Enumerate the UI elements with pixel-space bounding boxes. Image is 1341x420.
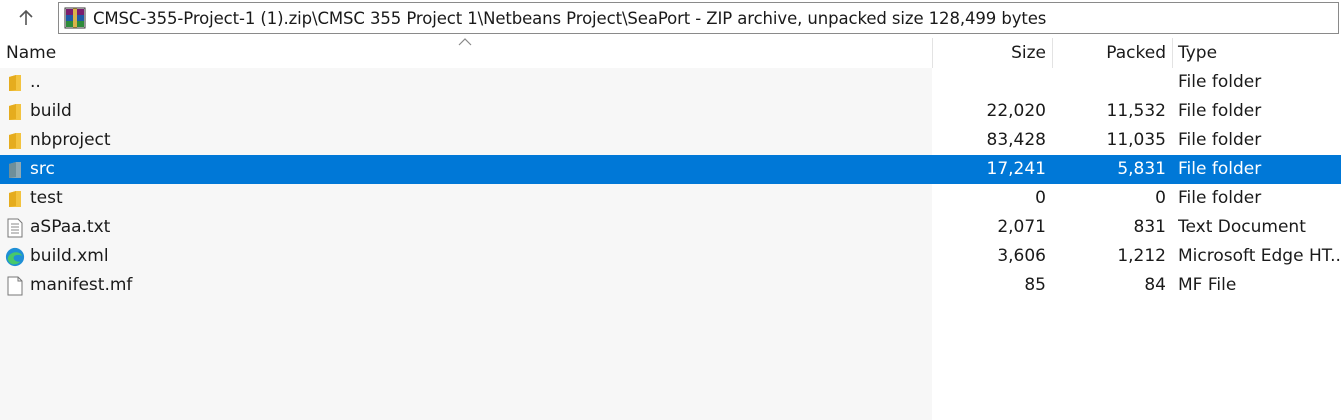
file-packed-size: 11,532	[1106, 101, 1166, 121]
file-size: 3,606	[997, 246, 1046, 266]
file-packed-size: 84	[1144, 275, 1166, 295]
sort-ascending-icon	[458, 38, 472, 46]
file-packed-size: 1,212	[1117, 246, 1166, 266]
file-row-parent[interactable]: .. File folder	[0, 68, 1341, 97]
file-row-manifest-mf[interactable]: manifest.mf 85 84 MF File	[0, 271, 1341, 300]
file-name: manifest.mf	[30, 275, 133, 295]
file-row-nbproject[interactable]: nbproject 83,428 11,035 File folder	[0, 126, 1341, 155]
file-row-test[interactable]: test 0 0 File folder	[0, 184, 1341, 213]
file-name: src	[30, 159, 55, 179]
address-field[interactable]: CMSC-355-Project-1 (1).zip\CMSC 355 Proj…	[58, 2, 1339, 34]
arrow-up-icon	[19, 9, 33, 25]
file-size: 17,241	[986, 159, 1046, 179]
file-row-build[interactable]: build 22,020 11,532 File folder	[0, 97, 1341, 126]
address-bar-row: CMSC-355-Project-1 (1).zip\CMSC 355 Proj…	[0, 0, 1341, 38]
file-row-build-xml[interactable]: build.xml 3,606 1,212 Microsoft Edge HT.…	[0, 242, 1341, 271]
file-size: 2,071	[997, 217, 1046, 237]
folder-icon	[5, 68, 25, 97]
column-header-packed[interactable]: Packed	[1106, 38, 1166, 68]
file-packed-size: 11,035	[1106, 130, 1166, 150]
file-row-aspaa-txt[interactable]: aSPaa.txt 2,071 831 Text Document	[0, 213, 1341, 242]
archive-path-text: CMSC-355-Project-1 (1).zip\CMSC 355 Proj…	[93, 8, 1047, 28]
folder-icon	[5, 184, 25, 213]
column-header-size[interactable]: Size	[1011, 38, 1046, 68]
file-name: ..	[30, 72, 41, 92]
folder-icon	[5, 155, 25, 184]
file-size: 0	[1035, 188, 1046, 208]
file-type: File folder	[1178, 188, 1262, 208]
file-rows: .. File folder build 22,020 11,532 File …	[0, 68, 1341, 300]
edge-icon	[5, 242, 25, 271]
column-divider[interactable]	[932, 38, 933, 68]
file-packed-size: 5,831	[1117, 159, 1166, 179]
file-size: 85	[1024, 275, 1046, 295]
file-name: build	[30, 101, 72, 121]
folder-icon	[5, 126, 25, 155]
file-type: File folder	[1178, 159, 1262, 179]
folder-icon	[5, 97, 25, 126]
blank-file-icon	[5, 271, 25, 300]
up-one-level-button[interactable]	[0, 0, 52, 36]
file-size: 22,020	[986, 101, 1046, 121]
file-type: MF File	[1178, 275, 1237, 295]
file-type: File folder	[1178, 101, 1262, 121]
file-list[interactable]: Name Size Packed Type .. File folder bui…	[0, 38, 1341, 420]
file-type: File folder	[1178, 130, 1262, 150]
column-header-name[interactable]: Name	[6, 38, 56, 68]
column-divider[interactable]	[1172, 38, 1173, 68]
file-row-src-selected[interactable]: src 17,241 5,831 File folder	[0, 155, 1341, 184]
file-type: File folder	[1178, 72, 1262, 92]
file-type: Microsoft Edge HT...	[1178, 246, 1341, 266]
file-type: Text Document	[1178, 217, 1306, 237]
file-size: 83,428	[986, 130, 1046, 150]
file-name: nbproject	[30, 130, 111, 150]
winrar-archive-icon	[64, 7, 86, 29]
column-header-type[interactable]: Type	[1178, 38, 1217, 68]
text-document-icon	[5, 213, 25, 242]
file-packed-size: 0	[1155, 188, 1166, 208]
column-divider[interactable]	[1052, 38, 1053, 68]
file-name: aSPaa.txt	[30, 217, 111, 237]
file-packed-size: 831	[1133, 217, 1166, 237]
file-name: test	[30, 188, 63, 208]
file-name: build.xml	[30, 246, 109, 266]
